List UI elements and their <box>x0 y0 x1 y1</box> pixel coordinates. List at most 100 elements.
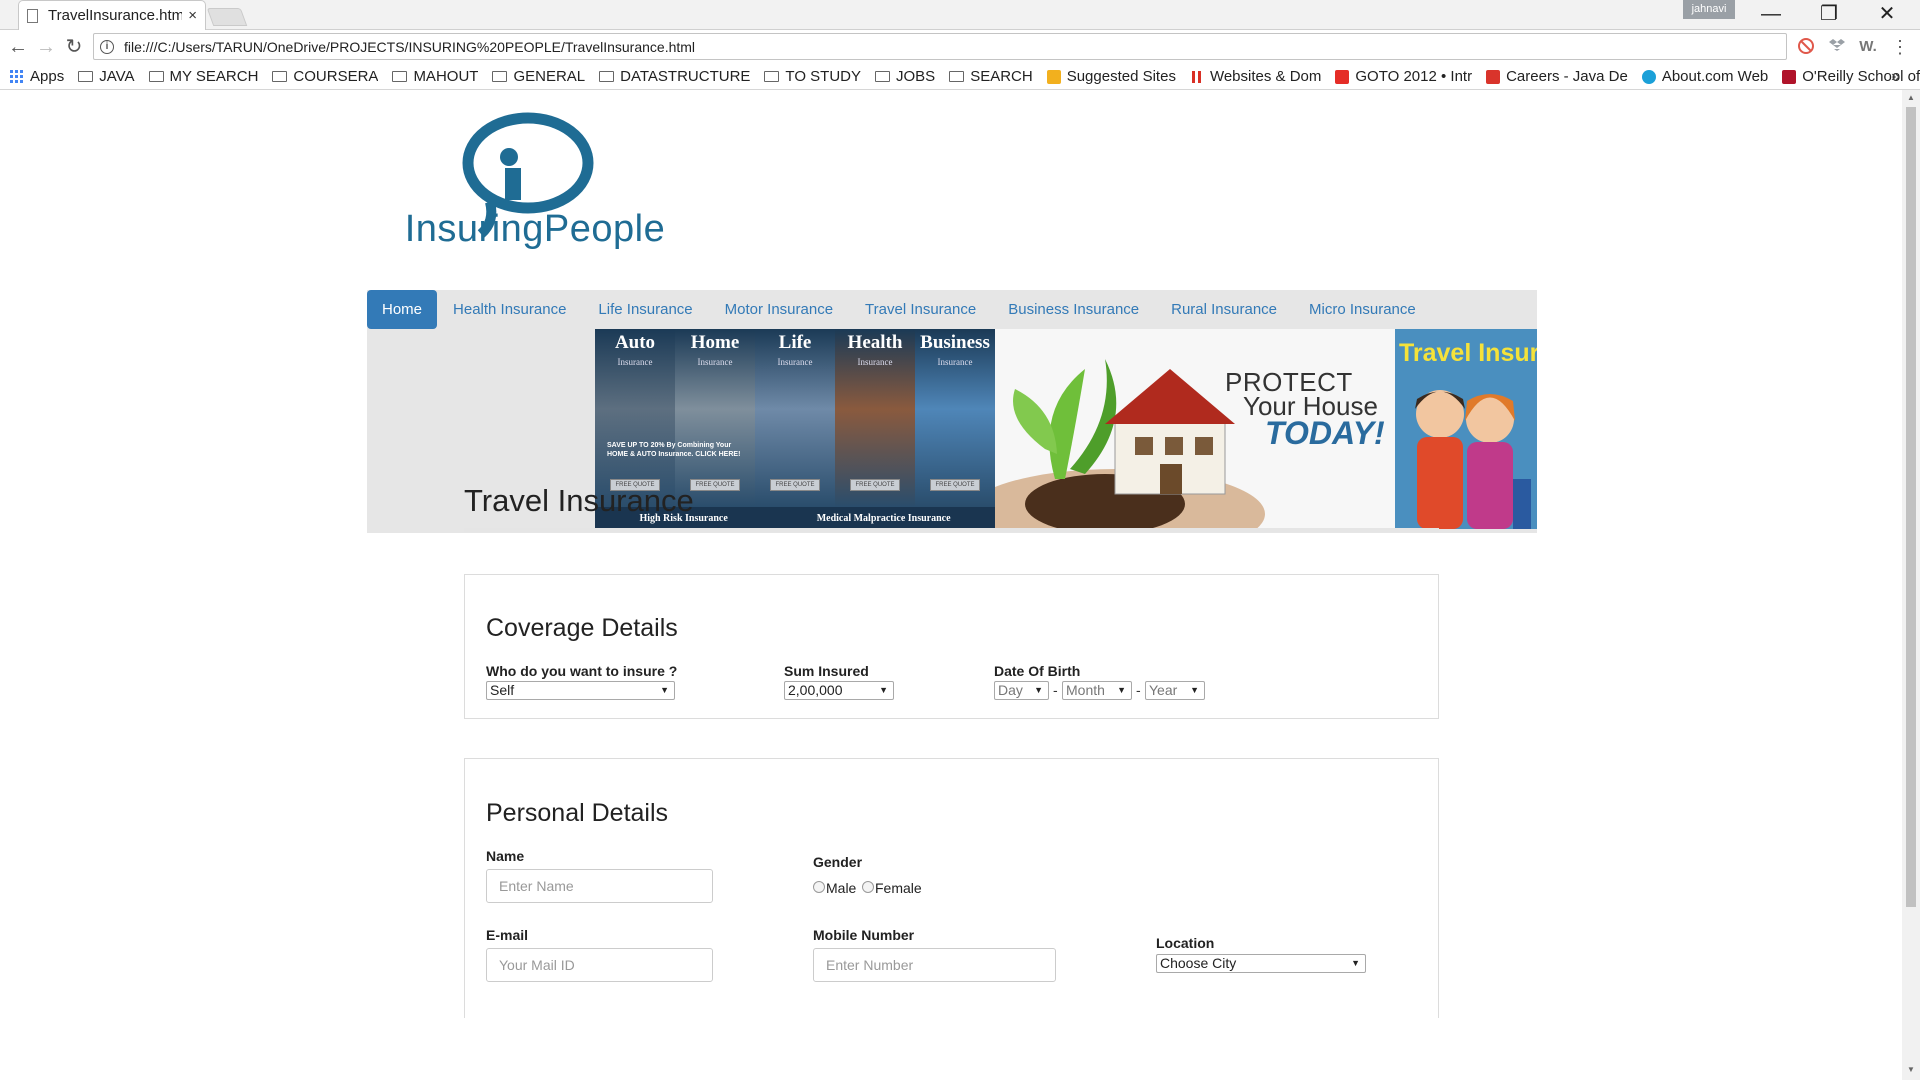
bookmark-item[interactable]: GOTO 2012 • Intr <box>1335 68 1472 85</box>
who-to-insure-select[interactable]: Self ▼ <box>486 681 675 700</box>
bookmark-label: DATASTRUCTURE <box>620 68 751 85</box>
dob-year-select[interactable]: Year ▼ <box>1145 681 1205 700</box>
column-subtitle: Insurance <box>617 357 653 367</box>
page-scrollbar[interactable]: ▲ ▼ <box>1902 90 1920 1080</box>
female-label: Female <box>875 880 922 896</box>
bookmark-label: MAHOUT <box>413 68 479 85</box>
sum-insured-select[interactable]: 2,00,000 ▼ <box>784 681 894 700</box>
new-tab-button[interactable] <box>206 8 248 26</box>
about-icon <box>1641 69 1656 84</box>
personal-heading: Personal Details <box>486 799 669 827</box>
travellers-illustration-icon <box>1415 390 1531 529</box>
folder-icon <box>392 71 408 82</box>
travel-insurance-banner[interactable]: Travel Insuran <box>1395 329 1537 529</box>
folder-icon <box>148 71 164 82</box>
column-title: Business <box>920 332 990 353</box>
bookmark-item[interactable]: About.com Web <box>1641 68 1769 85</box>
menu-icon[interactable]: ⋮ <box>1889 37 1911 57</box>
free-quote-button[interactable]: FREE QUOTE <box>690 479 740 491</box>
youtube-icon <box>1335 69 1350 84</box>
name-input[interactable]: Enter Name <box>486 869 713 903</box>
bookmark-label: COURSERA <box>293 68 379 85</box>
scroll-down-icon[interactable]: ▼ <box>1906 1065 1916 1075</box>
url-text: file:///C:/Users/TARUN/OneDrive/PROJECTS… <box>124 38 696 55</box>
bookmark-item[interactable]: Websites & Dom <box>1190 68 1321 85</box>
extension-block-icon[interactable] <box>1795 37 1817 57</box>
nav-item-home[interactable]: Home <box>367 290 438 329</box>
bookmark-item[interactable]: GENERAL <box>492 68 585 85</box>
extension-w-icon[interactable]: W. <box>1857 37 1879 57</box>
folder-icon <box>78 71 94 82</box>
bookmark-label: GENERAL <box>513 68 586 85</box>
bookmark-label: SEARCH <box>970 68 1033 85</box>
bookmark-item[interactable]: COURSERA <box>272 68 378 85</box>
location-select[interactable]: Choose City ▼ <box>1156 954 1366 973</box>
bing-icon <box>1046 69 1061 84</box>
insurance-column[interactable]: Business Insurance FREE QUOTE <box>915 329 995 507</box>
female-radio[interactable] <box>862 881 874 893</box>
bookmark-item[interactable]: Apps <box>10 68 64 85</box>
more-bookmarks-icon[interactable]: » <box>1891 68 1900 86</box>
nav-item-motor-insurance[interactable]: Motor Insurance <box>709 290 849 329</box>
male-radio[interactable] <box>813 881 825 893</box>
info-icon[interactable]: i <box>100 39 114 54</box>
back-arrow-icon[interactable]: ← <box>5 34 31 60</box>
mobile-input[interactable]: Enter Number <box>813 948 1056 982</box>
scrollbar-thumb[interactable] <box>1906 107 1916 907</box>
oreilly-icon <box>1782 69 1797 84</box>
browser-tab[interactable]: TravelInsurance.htm × <box>18 0 206 30</box>
dob-month-select[interactable]: Month ▼ <box>1062 681 1132 700</box>
free-quote-button[interactable]: FREE QUOTE <box>850 479 900 491</box>
bookmark-item[interactable]: JOBS <box>875 68 935 85</box>
insurance-column[interactable]: Health Insurance FREE QUOTE <box>835 329 915 507</box>
insurance-column[interactable]: Auto Insurance FREE QUOTE <box>595 329 675 507</box>
nav-item-life-insurance[interactable]: Life Insurance <box>582 290 708 329</box>
bars-icon <box>1190 70 1204 84</box>
nav-item-business-insurance[interactable]: Business Insurance <box>992 290 1155 329</box>
tab-close-icon[interactable]: × <box>188 7 197 24</box>
window-close-icon[interactable]: ✕ <box>1858 0 1916 28</box>
profile-badge[interactable]: jahnavi <box>1683 0 1735 19</box>
protect-house-banner[interactable]: PROTECT Your House TODAY! <box>995 329 1395 529</box>
bookmark-item[interactable]: MY SEARCH <box>148 68 258 85</box>
forward-arrow-icon[interactable]: → <box>33 34 59 60</box>
bookmark-item[interactable]: SEARCH <box>949 68 1033 85</box>
dob-separator: - <box>1053 682 1058 698</box>
column-title: Home <box>690 332 740 353</box>
tab-title: TravelInsurance.htm <box>48 7 183 24</box>
dropbox-icon[interactable] <box>1826 37 1848 57</box>
address-bar[interactable]: i file:///C:/Users/TARUN/OneDrive/PROJEC… <box>93 33 1787 60</box>
logo-text: InsuringPeople <box>404 208 666 250</box>
bookmark-item[interactable]: TO STUDY <box>764 68 861 85</box>
bookmark-label: Apps <box>30 68 65 85</box>
free-quote-button[interactable]: FREE QUOTE <box>770 479 820 491</box>
reload-icon[interactable]: ↻ <box>61 34 87 60</box>
email-input[interactable]: Your Mail ID <box>486 948 713 982</box>
dob-separator: - <box>1136 682 1141 698</box>
nav-item-health-insurance[interactable]: Health Insurance <box>437 290 582 329</box>
main-navbar: Home Health Insurance Life Insurance Motor … <box>367 290 1537 329</box>
dob-day-select[interactable]: Day ▼ <box>994 681 1049 700</box>
insurance-column[interactable]: Life Insurance FREE QUOTE <box>755 329 835 507</box>
bookmark-item[interactable]: MAHOUT <box>392 68 478 85</box>
title-divider <box>464 528 1439 532</box>
location-value: Choose City <box>1160 955 1237 971</box>
bookmark-label: Suggested Sites <box>1066 68 1176 85</box>
bookmark-item[interactable]: JAVA <box>78 68 135 85</box>
dob-year-value: Year <box>1149 682 1178 698</box>
minimize-icon[interactable]: — <box>1742 0 1800 28</box>
bookmark-item[interactable]: Suggested Sites <box>1046 68 1176 85</box>
insurance-column[interactable]: Home Insurance FREE QUOTE <box>675 329 755 507</box>
bookmark-label: About.com Web <box>1661 68 1769 85</box>
nav-item-rural-insurance[interactable]: Rural Insurance <box>1155 290 1293 329</box>
restore-icon[interactable]: ❐ <box>1800 0 1858 28</box>
bookmark-label: Careers - Java De <box>1506 68 1628 85</box>
nav-item-travel-insurance[interactable]: Travel Insurance <box>849 290 992 329</box>
folder-icon <box>949 71 965 82</box>
bookmark-item[interactable]: Careers - Java De <box>1486 68 1628 85</box>
bookmark-item[interactable]: DATASTRUCTURE <box>599 68 750 85</box>
nav-item-micro-insurance[interactable]: Micro Insurance <box>1293 290 1432 329</box>
scroll-up-icon[interactable]: ▲ <box>1906 93 1916 103</box>
free-quote-button[interactable]: FREE QUOTE <box>930 479 980 491</box>
browser-tab-strip: TravelInsurance.htm × jahnavi — ❐ ✕ <box>0 0 1920 30</box>
